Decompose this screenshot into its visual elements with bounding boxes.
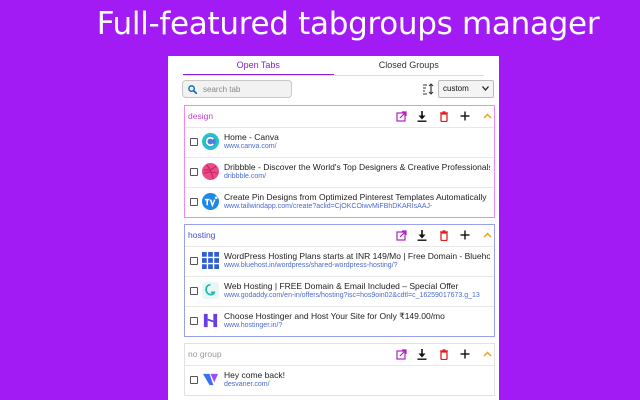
tab-checkbox[interactable] xyxy=(190,287,198,295)
group-hosting: hosting WordPress Hosting Plans starts a… xyxy=(184,224,495,337)
tab-open-tabs[interactable]: Open Tabs xyxy=(183,56,334,76)
plus-icon[interactable] xyxy=(459,110,471,122)
sort-icon[interactable] xyxy=(422,83,434,95)
chevron-down-icon xyxy=(482,86,489,91)
tabgroups-panel: Open Tabs Closed Groups custom xyxy=(168,56,499,400)
sort-select[interactable]: custom xyxy=(438,80,494,98)
tab-url[interactable]: www.godaddy.com/en-in/offers/hosting?isc… xyxy=(224,291,490,300)
tab-row[interactable]: WordPress Hosting Plans starts at INR 14… xyxy=(185,246,494,276)
toolbar: custom xyxy=(168,79,499,105)
tab-url[interactable]: desvaner.com/ xyxy=(224,380,490,389)
group-header: design xyxy=(185,106,494,127)
tab-checkbox[interactable] xyxy=(190,317,198,325)
godaddy-icon xyxy=(202,282,219,299)
trash-icon[interactable] xyxy=(438,110,450,122)
tab-url[interactable]: www.hostinger.in/? xyxy=(224,321,490,330)
group-no-group: no group Hey come back! desvaner.com/ xyxy=(184,343,495,396)
tab-bar: Open Tabs Closed Groups xyxy=(183,56,484,76)
sort-select-value: custom xyxy=(443,84,469,93)
group-header: hosting xyxy=(185,225,494,246)
chevron-up-icon[interactable] xyxy=(481,348,493,360)
trash-icon[interactable] xyxy=(438,348,450,360)
dribbble-icon xyxy=(202,163,219,180)
tab-row[interactable]: Create Pin Designs from Optimized Pinter… xyxy=(185,187,494,217)
bluehost-icon xyxy=(202,252,219,269)
chevron-up-icon[interactable] xyxy=(481,110,493,122)
tab-checkbox[interactable] xyxy=(190,138,198,146)
download-icon[interactable] xyxy=(416,110,428,122)
download-icon[interactable] xyxy=(416,229,428,241)
desvaner-icon xyxy=(202,373,219,386)
trash-icon[interactable] xyxy=(438,229,450,241)
tab-checkbox[interactable] xyxy=(190,198,198,206)
open-new-window-icon[interactable] xyxy=(395,348,407,360)
search-box[interactable] xyxy=(182,80,292,98)
tab-row[interactable]: Dribbble - Discover the World's Top Desi… xyxy=(185,157,494,187)
open-new-window-icon[interactable] xyxy=(395,110,407,122)
tailwind-icon xyxy=(202,193,219,210)
tab-row[interactable]: Home - Canva www.canva.com/ xyxy=(185,127,494,157)
tab-row[interactable]: Web Hosting | FREE Domain & Email Includ… xyxy=(185,276,494,306)
search-input[interactable] xyxy=(203,84,283,94)
download-icon[interactable] xyxy=(416,348,428,360)
tab-row[interactable]: Choose Hostinger and Host Your Site for … xyxy=(185,306,494,336)
group-name: design xyxy=(188,111,214,121)
plus-icon[interactable] xyxy=(459,348,471,360)
tab-url[interactable]: www.tailwindapp.com/create?aclid=CjOKCOi… xyxy=(224,202,490,211)
tab-url[interactable]: www.canva.com/ xyxy=(224,142,490,151)
tab-checkbox[interactable] xyxy=(190,168,198,176)
group-header: no group xyxy=(185,344,494,365)
tab-checkbox[interactable] xyxy=(190,257,198,265)
tab-url[interactable]: www.bluehost.in/wordpress/shared-wordpre… xyxy=(224,261,490,270)
hostinger-icon xyxy=(203,313,218,328)
tab-closed-groups[interactable]: Closed Groups xyxy=(334,56,485,76)
chevron-up-icon[interactable] xyxy=(481,229,493,241)
tab-url[interactable]: dribbble.com/ xyxy=(224,172,490,181)
tab-checkbox[interactable] xyxy=(190,376,198,384)
open-new-window-icon[interactable] xyxy=(395,229,407,241)
group-name: hosting xyxy=(188,230,216,240)
tab-row[interactable]: Hey come back! desvaner.com/ xyxy=(185,365,494,395)
group-name: no group xyxy=(188,349,222,359)
canva-icon xyxy=(202,133,219,150)
group-design: design Home - Canva www.canva.com/ Dribb… xyxy=(184,105,495,218)
search-icon xyxy=(188,84,197,94)
tab-divider xyxy=(183,75,484,76)
plus-icon[interactable] xyxy=(459,229,471,241)
promo-headline: Full-featured tabgroups manager xyxy=(96,6,600,42)
